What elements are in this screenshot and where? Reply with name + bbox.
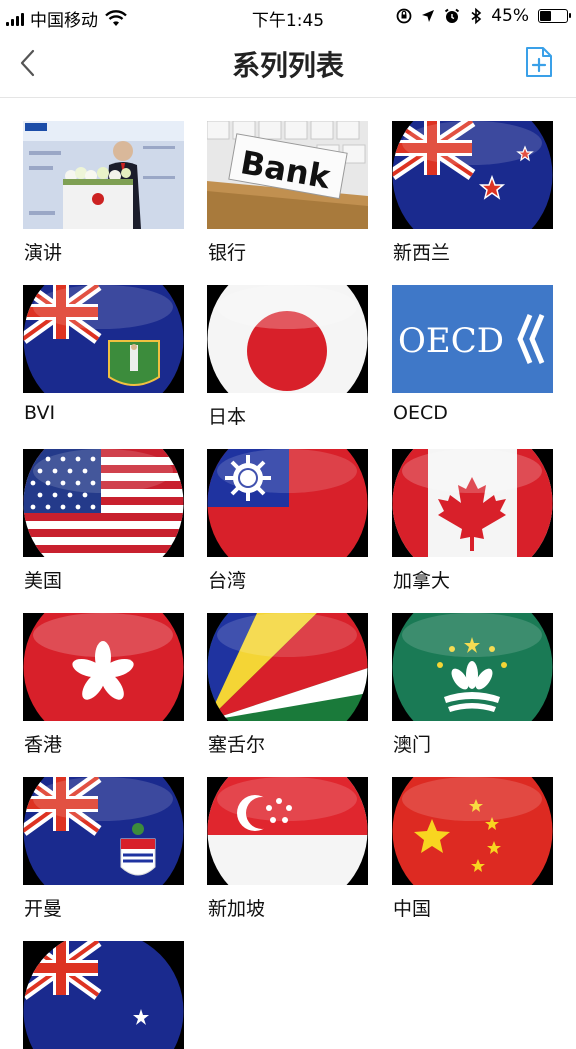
- series-label: 开曼: [24, 898, 63, 920]
- series-item[interactable]: 加拿大: [392, 449, 553, 592]
- nz-thumbnail-image: [392, 121, 553, 229]
- series-label: 加拿大: [393, 570, 451, 592]
- series-thumbnail[interactable]: [207, 613, 368, 721]
- series-thumbnail[interactable]: [23, 121, 184, 229]
- hk-thumbnail-image: [23, 613, 184, 721]
- series-label: 塞舌尔: [208, 734, 266, 756]
- series-item[interactable]: Bank 银行: [207, 121, 368, 264]
- series-thumbnail[interactable]: OECD: [392, 285, 553, 393]
- battery-level: [540, 11, 551, 21]
- series-thumbnail[interactable]: [207, 285, 368, 393]
- battery-percent: 45%: [491, 6, 529, 26]
- macau-thumbnail-image: [392, 613, 553, 721]
- alarm-icon: [445, 8, 460, 23]
- bluetooth-icon: [471, 7, 482, 25]
- svg-text:OECD: OECD: [398, 321, 504, 361]
- series-item[interactable]: 新西兰: [392, 121, 553, 264]
- series-label: 中国: [393, 898, 432, 920]
- status-bar: 中国移动 下午1:45 45%: [0, 0, 576, 34]
- series-label: 香港: [24, 734, 63, 756]
- orientation-lock-icon: [396, 8, 412, 24]
- series-label: 演讲: [24, 242, 63, 264]
- series-label: 日本: [208, 406, 247, 428]
- series-label: 澳门: [393, 734, 432, 756]
- series-thumbnail[interactable]: [392, 613, 553, 721]
- series-item[interactable]: 澳门: [392, 613, 553, 756]
- oecd-thumbnail-image: OECD: [392, 285, 553, 393]
- series-thumbnail[interactable]: [23, 777, 184, 885]
- bvi-thumbnail-image: [23, 285, 184, 393]
- series-thumbnail[interactable]: [207, 777, 368, 885]
- series-item[interactable]: 台湾: [207, 449, 368, 592]
- series-thumbnail[interactable]: [207, 449, 368, 557]
- series-label: 美国: [24, 570, 63, 592]
- singapore-thumbnail-image: [207, 777, 368, 885]
- series-label: OECD: [393, 402, 448, 424]
- china-thumbnail-image: [392, 777, 553, 885]
- series-item[interactable]: 开曼: [23, 777, 184, 920]
- series-item[interactable]: 新加坡: [207, 777, 368, 920]
- cayman-thumbnail-image: [23, 777, 184, 885]
- series-thumbnail[interactable]: [23, 941, 184, 1049]
- usa-thumbnail-image: [23, 449, 184, 557]
- series-thumbnail[interactable]: [392, 449, 553, 557]
- series-thumbnail[interactable]: [23, 613, 184, 721]
- series-item[interactable]: 日本: [207, 285, 368, 428]
- series-label: BVI: [24, 402, 56, 424]
- series-label: 台湾: [208, 570, 247, 592]
- australia-thumbnail-image: [23, 941, 184, 1049]
- add-document-icon[interactable]: [524, 46, 554, 78]
- canada-thumbnail-image: [392, 449, 553, 557]
- series-label: 银行: [208, 242, 247, 264]
- taiwan-thumbnail-image: [207, 449, 368, 557]
- status-right: 45%: [395, 6, 571, 26]
- series-label: 新加坡: [208, 898, 266, 920]
- page-title: 系列列表: [231, 49, 344, 82]
- speech-thumbnail-image: [23, 121, 184, 229]
- series-thumbnail[interactable]: Bank: [207, 121, 368, 229]
- series-item[interactable]: 演讲: [23, 121, 184, 264]
- series-thumbnail[interactable]: [23, 285, 184, 393]
- location-icon: [422, 10, 435, 22]
- nav-bar: 系列列表: [0, 34, 576, 98]
- series-thumbnail[interactable]: [392, 121, 553, 229]
- seychelles-thumbnail-image: [207, 613, 368, 721]
- japan-thumbnail-image: [207, 285, 368, 393]
- series-item[interactable]: 香港: [23, 613, 184, 756]
- series-item[interactable]: 塞舌尔: [207, 613, 368, 756]
- series-item[interactable]: [23, 941, 184, 1049]
- series-thumbnail[interactable]: [392, 777, 553, 885]
- battery-icon: [538, 9, 571, 23]
- series-item[interactable]: BVI: [23, 285, 184, 424]
- series-item[interactable]: OECD OECD: [392, 285, 553, 424]
- series-item[interactable]: 美国: [23, 449, 184, 592]
- series-item[interactable]: 中国: [392, 777, 553, 920]
- series-thumbnail[interactable]: [23, 449, 184, 557]
- series-label: 新西兰: [393, 242, 451, 264]
- bank-thumbnail-image: Bank: [207, 121, 368, 229]
